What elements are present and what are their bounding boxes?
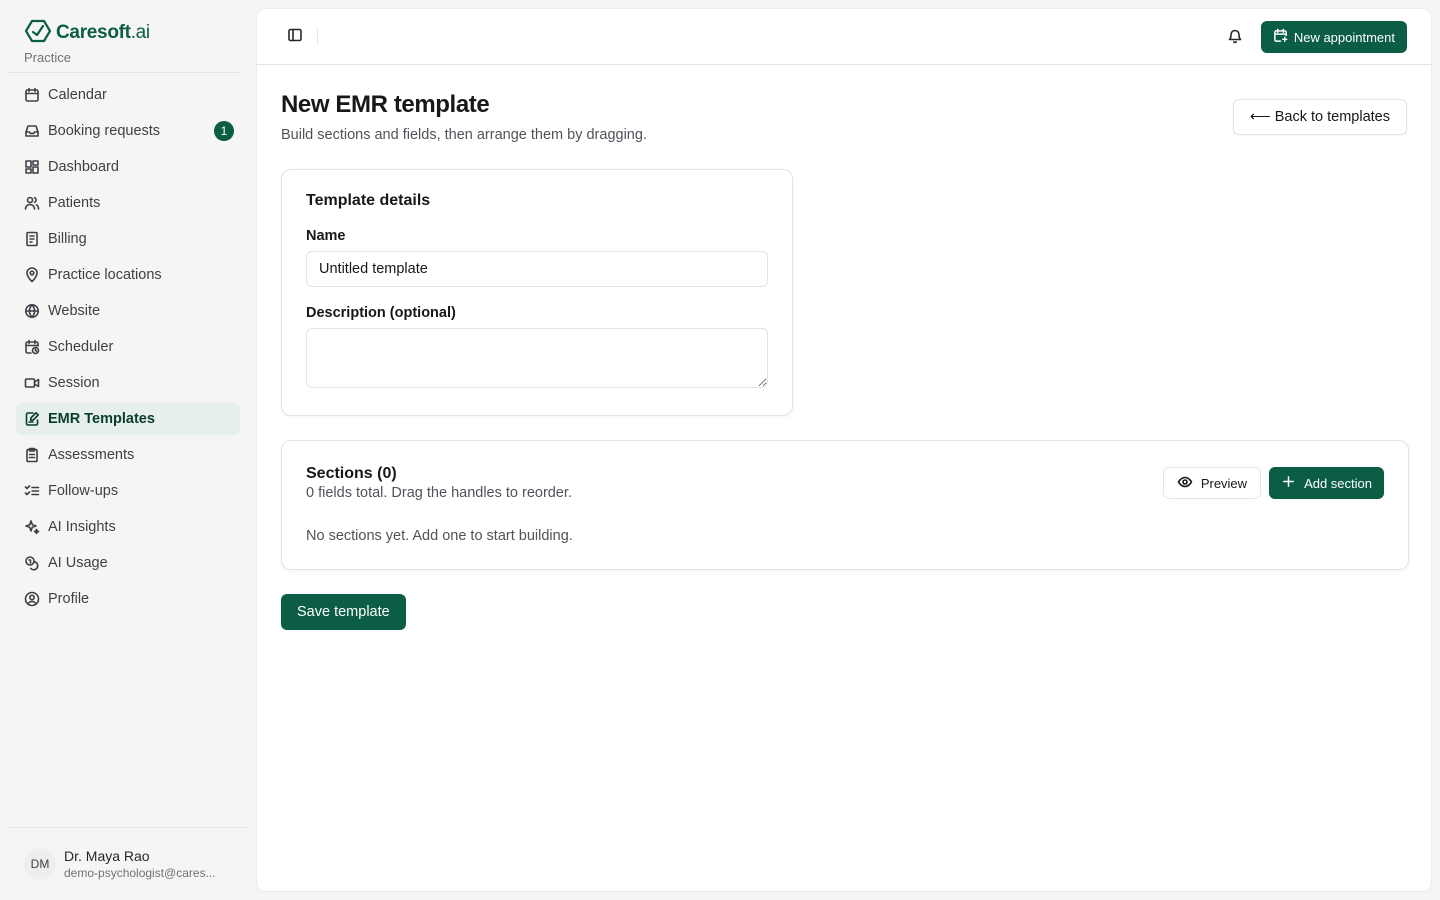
- description-textarea[interactable]: [306, 328, 768, 388]
- caresoft-logo-icon: [24, 18, 52, 47]
- sidebar-item-label: Dashboard: [48, 159, 119, 175]
- booking-requests-badge: 1: [214, 121, 234, 141]
- page-content: New EMR template Build sections and fiel…: [257, 65, 1431, 654]
- name-input[interactable]: Untitled template: [306, 251, 768, 287]
- coins-icon: [24, 555, 40, 571]
- sidebar: Caresoft.ai Practice Calendar Booking re…: [0, 0, 248, 900]
- sidebar-item-assessments[interactable]: Assessments: [16, 439, 240, 471]
- sparkles-icon: [24, 519, 40, 535]
- brand-subtitle: Practice: [24, 50, 71, 65]
- sidebar-toggle-icon: [287, 27, 303, 46]
- sidebar-item-label: Assessments: [48, 447, 135, 463]
- new-appointment-label: New appointment: [1293, 29, 1395, 45]
- back-to-templates-button[interactable]: ⟵ Back to templates: [1232, 99, 1407, 135]
- sidebar-item-follow-ups[interactable]: Follow-ups: [16, 475, 240, 507]
- sidebar-item-emr-templates[interactable]: EMR Templates: [16, 403, 240, 435]
- toolbar-divider: [317, 28, 318, 45]
- preview-label: Preview: [1200, 475, 1248, 491]
- brand-name: Caresoft.ai: [56, 21, 150, 43]
- globe-icon: [24, 303, 40, 319]
- sidebar-item-scheduler[interactable]: Scheduler: [16, 331, 240, 363]
- calendar-clock-icon: [24, 339, 40, 355]
- sidebar-item-billing[interactable]: Billing: [16, 223, 240, 255]
- inbox-icon: [24, 123, 40, 139]
- sidebar-item-profile[interactable]: Profile: [16, 583, 240, 615]
- save-template-button[interactable]: Save template: [281, 594, 406, 630]
- toggle-sidebar-button[interactable]: [281, 23, 309, 51]
- calendar-plus-icon: [1273, 28, 1288, 46]
- bell-icon: [1227, 28, 1243, 47]
- file-edit-icon: [24, 411, 40, 427]
- sidebar-item-label: Practice locations: [48, 267, 162, 283]
- sidebar-item-calendar[interactable]: Calendar: [16, 79, 240, 111]
- sidebar-nav: Calendar Booking requests 1 Dashboard Pa…: [0, 73, 248, 615]
- user-circle-icon: [24, 591, 40, 607]
- sidebar-item-website[interactable]: Website: [16, 295, 240, 327]
- sections-card: Sections (0) 0 fields total. Drag the ha…: [281, 440, 1409, 570]
- template-details-card: Template details Name Untitled template …: [281, 169, 793, 416]
- topbar: New appointment: [257, 9, 1431, 65]
- new-appointment-button[interactable]: New appointment: [1260, 21, 1407, 53]
- sidebar-item-label: Scheduler: [48, 339, 114, 355]
- eye-icon: [1177, 474, 1193, 493]
- avatar: DM: [24, 848, 56, 880]
- sections-empty-state: No sections yet. Add one to start buildi…: [306, 528, 573, 544]
- sidebar-item-dashboard[interactable]: Dashboard: [16, 151, 240, 183]
- sidebar-item-label: Booking requests: [48, 123, 161, 139]
- add-section-label: Add section: [1304, 475, 1372, 491]
- sidebar-item-label: Calendar: [48, 87, 107, 103]
- plus-icon: [1281, 474, 1296, 492]
- add-section-button[interactable]: Add section: [1269, 467, 1384, 499]
- sidebar-item-practice-locations[interactable]: Practice locations: [16, 259, 240, 291]
- template-details-title: Template details: [306, 192, 431, 209]
- video-icon: [24, 375, 40, 391]
- sidebar-item-ai-insights[interactable]: AI Insights: [16, 511, 240, 543]
- brand-logo[interactable]: Caresoft.ai: [24, 18, 216, 47]
- sidebar-item-ai-usage[interactable]: AI Usage: [16, 547, 240, 579]
- description-label: Description (optional): [306, 305, 456, 321]
- sidebar-item-label: AI Insights: [48, 519, 116, 535]
- sidebar-item-label: Website: [48, 303, 101, 319]
- receipt-icon: [24, 231, 40, 247]
- user-email: demo-psychologist@cares...: [64, 866, 216, 880]
- sidebar-item-patients[interactable]: Patients: [16, 187, 240, 219]
- sidebar-item-label: Profile: [48, 591, 90, 607]
- sidebar-item-label: AI Usage: [48, 555, 108, 571]
- name-label: Name: [306, 228, 346, 244]
- preview-button[interactable]: Preview: [1162, 467, 1262, 499]
- brand: Caresoft.ai Practice: [8, 0, 240, 73]
- clipboard-icon: [24, 447, 40, 463]
- user-name: Dr. Maya Rao: [64, 848, 150, 864]
- sidebar-item-session[interactable]: Session: [16, 367, 240, 399]
- dashboard-icon: [24, 159, 40, 175]
- user-menu[interactable]: DM Dr. Maya Rao demo-psychologist@cares.…: [8, 827, 248, 900]
- users-icon: [24, 195, 40, 211]
- map-pin-icon: [24, 267, 40, 283]
- list-check-icon: [24, 483, 40, 499]
- notifications-button[interactable]: [1221, 23, 1249, 51]
- sidebar-item-label: Session: [48, 375, 100, 391]
- sidebar-item-label: Patients: [48, 195, 101, 211]
- sidebar-item-booking-requests[interactable]: Booking requests 1: [16, 115, 240, 147]
- main-panel: New appointment New EMR template Build s…: [256, 8, 1432, 892]
- calendar-icon: [24, 87, 40, 103]
- sidebar-item-label: Billing: [48, 231, 87, 247]
- sidebar-item-label: EMR Templates: [48, 411, 155, 427]
- sidebar-item-label: Follow-ups: [48, 483, 119, 499]
